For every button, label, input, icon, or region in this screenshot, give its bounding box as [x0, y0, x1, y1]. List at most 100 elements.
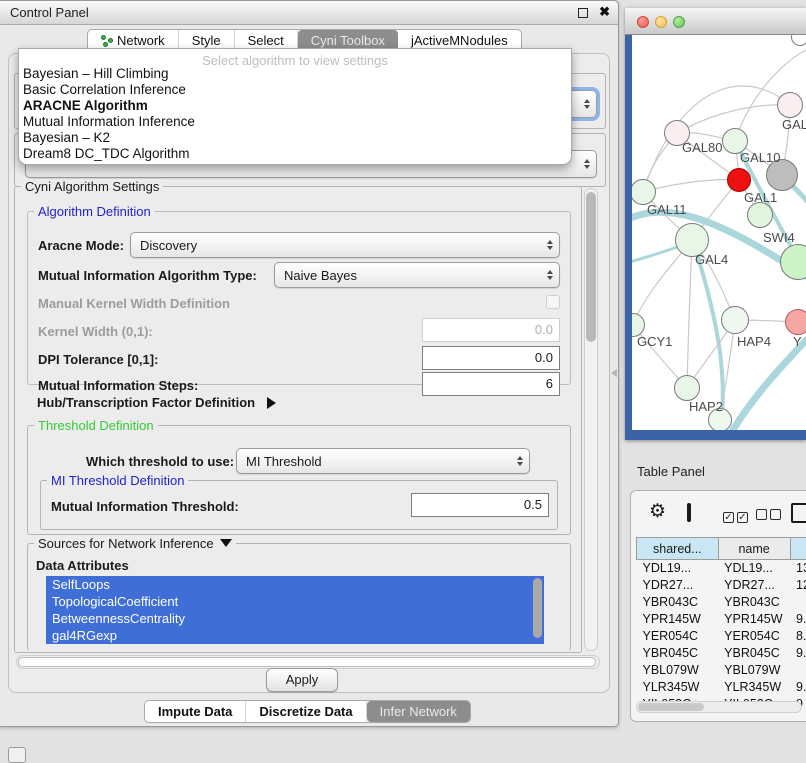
attribute-item-betweenness[interactable]: BetweennessCentrality: [46, 610, 544, 627]
settings-vertical-scrollbar[interactable]: [584, 188, 598, 651]
minimize-window-icon[interactable]: [655, 16, 667, 28]
combo-arrows-icon: [547, 270, 553, 280]
combo-arrows-icon: [547, 240, 553, 250]
threshold-definition-groupbox: Threshold Definition Which threshold to …: [27, 425, 571, 535]
algorithm-option-aracne[interactable]: ARACNE Algorithm: [19, 98, 571, 114]
tab-impute-data[interactable]: Impute Data: [145, 701, 246, 722]
dpi-tolerance-input[interactable]: 0.0: [422, 346, 560, 370]
kernel-width-input[interactable]: 0.0: [422, 318, 560, 342]
algorithm-definition-groupbox: Algorithm Definition Aracne Mode: Discov…: [27, 211, 571, 385]
network-icon: [101, 35, 113, 47]
attribute-list-scrollbar[interactable]: [533, 578, 542, 638]
close-panel-icon[interactable]: ✖: [599, 4, 610, 20]
algorithm-option-mutual-information[interactable]: Mutual Information Inference: [19, 114, 571, 130]
node-salmon[interactable]: [785, 309, 806, 335]
control-panel-window: Control Panel ✖ Network Style Select Cyn…: [0, 0, 619, 727]
algorithm-dropdown-popup: Select algorithm to view settings Bayesi…: [18, 48, 572, 165]
node-gal-top[interactable]: [777, 92, 803, 118]
table-row[interactable]: YBR043CYBR043C: [637, 594, 806, 611]
table-row[interactable]: YBR045CYBR045C9.: [637, 645, 806, 662]
zoom-window-icon[interactable]: [673, 16, 685, 28]
which-threshold-value: MI Threshold: [246, 454, 322, 469]
table-row[interactable]: YPR145WYPR145W9.: [637, 611, 806, 628]
collapse-arrow-icon[interactable]: [220, 539, 232, 547]
manual-kernel-width-label: Manual Kernel Width Definition: [38, 296, 230, 311]
node-attribute-table: shared... name A YDL19...YDL19...13 YDR2…: [636, 537, 806, 713]
hub-definition-label: Hub/Transcription Factor Definition: [37, 395, 255, 410]
algorithm-definition-title: Algorithm Definition: [34, 204, 155, 219]
node-label: GAL11: [647, 202, 687, 217]
minimized-panel-icon[interactable]: [8, 747, 26, 763]
sources-title-text: Sources for Network Inference: [38, 536, 214, 551]
node-label: HAP4: [737, 334, 771, 349]
tab-discretize-data[interactable]: Discretize Data: [246, 701, 366, 722]
kernel-width-label: Kernel Width (0,1):: [38, 324, 153, 339]
node-label: GCY1: [637, 334, 672, 349]
attribute-item-topological[interactable]: TopologicalCoefficient: [46, 593, 544, 610]
network-view-window: GAL GAL80 GAL10 GAL1 GAL11 SWI4 GAL4 GCY…: [625, 8, 806, 440]
cyni-settings-title: Cyni Algorithm Settings: [21, 179, 163, 194]
algorithm-option-basic-correlation[interactable]: Basic Correlation Inference: [19, 82, 571, 98]
aracne-mode-combobox[interactable]: Discovery: [130, 232, 560, 258]
mi-threshold-definition-groupbox: MI Threshold Definition Mutual Informati…: [40, 480, 558, 530]
attribute-item-gal4rgexp[interactable]: gal4RGexp: [46, 627, 544, 644]
cyni-algorithm-settings-groupbox: Cyni Algorithm Settings Algorithm Defini…: [14, 186, 582, 653]
mi-threshold-definition-title: MI Threshold Definition: [47, 473, 188, 488]
settings-vertical-scrollbar-thumb[interactable]: [586, 192, 596, 342]
node-label: HAP2: [689, 399, 723, 414]
which-threshold-combobox[interactable]: MI Threshold: [236, 448, 530, 474]
close-window-icon[interactable]: [637, 16, 649, 28]
apply-button[interactable]: Apply: [266, 668, 338, 692]
combo-arrows-icon: [584, 159, 590, 169]
manual-kernel-width-checkbox[interactable]: [546, 295, 560, 309]
mi-algorithm-type-value: Naive Bayes: [284, 268, 357, 283]
attribute-item-selfloops[interactable]: SelfLoops: [46, 576, 544, 593]
column-header-third[interactable]: A: [790, 538, 806, 560]
node-label: GAL80: [682, 140, 722, 155]
network-canvas[interactable]: GAL GAL80 GAL10 GAL1 GAL11 SWI4 GAL4 GCY…: [632, 35, 806, 430]
table-row[interactable]: YDL19...YDL19...13: [637, 560, 806, 577]
hub-definition-expander[interactable]: Hub/Transcription Factor Definition: [37, 395, 276, 410]
deselect-all-checkboxes-icon[interactable]: [756, 508, 784, 523]
node-gal1[interactable]: [747, 202, 773, 228]
tab-infer-network[interactable]: Infer Network: [367, 701, 470, 722]
node-red[interactable]: [727, 168, 751, 192]
aracne-mode-label: Aracne Mode:: [38, 238, 124, 253]
column-header-name[interactable]: name: [718, 538, 790, 560]
table-row[interactable]: YBL079WYBL079W: [637, 662, 806, 679]
settings-horizontal-scrollbar-thumb[interactable]: [18, 657, 596, 667]
mi-threshold-input[interactable]: 0.5: [411, 493, 549, 517]
bottom-tabbar: Impute Data Discretize Data Infer Networ…: [144, 700, 471, 723]
combo-arrows-icon: [584, 99, 590, 109]
sources-title: Sources for Network Inference: [34, 536, 236, 551]
which-threshold-label: Which threshold to use:: [86, 454, 234, 469]
node-hap4[interactable]: [721, 306, 749, 334]
table-row[interactable]: YDR27...YDR27...12: [637, 577, 806, 594]
settings-horizontal-scrollbar[interactable]: [16, 655, 600, 669]
threshold-definition-title: Threshold Definition: [34, 418, 158, 433]
mi-steps-input[interactable]: 6: [422, 372, 560, 396]
node-label: GAL: [782, 117, 806, 132]
table-horizontal-scrollbar-thumb[interactable]: [638, 703, 704, 711]
algorithm-option-bayesian-hill[interactable]: Bayesian – Hill Climbing: [19, 66, 571, 82]
export-table-icon[interactable]: [791, 503, 806, 523]
column-header-shared[interactable]: shared...: [637, 538, 719, 560]
table-row[interactable]: YER054CYER054C8.: [637, 628, 806, 645]
table-settings-gear-icon[interactable]: ⚙: [649, 500, 666, 523]
select-all-checkboxes-icon[interactable]: ✓✓: [723, 508, 751, 523]
data-attributes-list[interactable]: SelfLoops TopologicalCoefficient Between…: [46, 576, 544, 646]
node-hap2[interactable]: [674, 375, 700, 401]
node-label: SWI4: [763, 230, 795, 245]
algorithm-popup-placeholder: Select algorithm to view settings: [19, 49, 571, 66]
node-label: GAL4: [695, 252, 728, 267]
node-label: Y: [793, 334, 802, 349]
column-visibility-icon[interactable]: [687, 503, 691, 522]
algorithm-option-dream8[interactable]: Dream8 DC_TDC Algorithm: [19, 146, 571, 162]
splitter-collapse-icon[interactable]: [611, 369, 617, 377]
mi-algorithm-type-combobox[interactable]: Naive Bayes: [274, 262, 560, 288]
table-row[interactable]: YLR345WYLR345W9.: [637, 679, 806, 696]
table-horizontal-scrollbar[interactable]: [636, 701, 802, 713]
float-panel-icon[interactable]: [578, 8, 588, 18]
table-panel-title: Table Panel: [637, 464, 705, 479]
algorithm-option-bayesian-k2[interactable]: Bayesian – K2: [19, 130, 571, 146]
